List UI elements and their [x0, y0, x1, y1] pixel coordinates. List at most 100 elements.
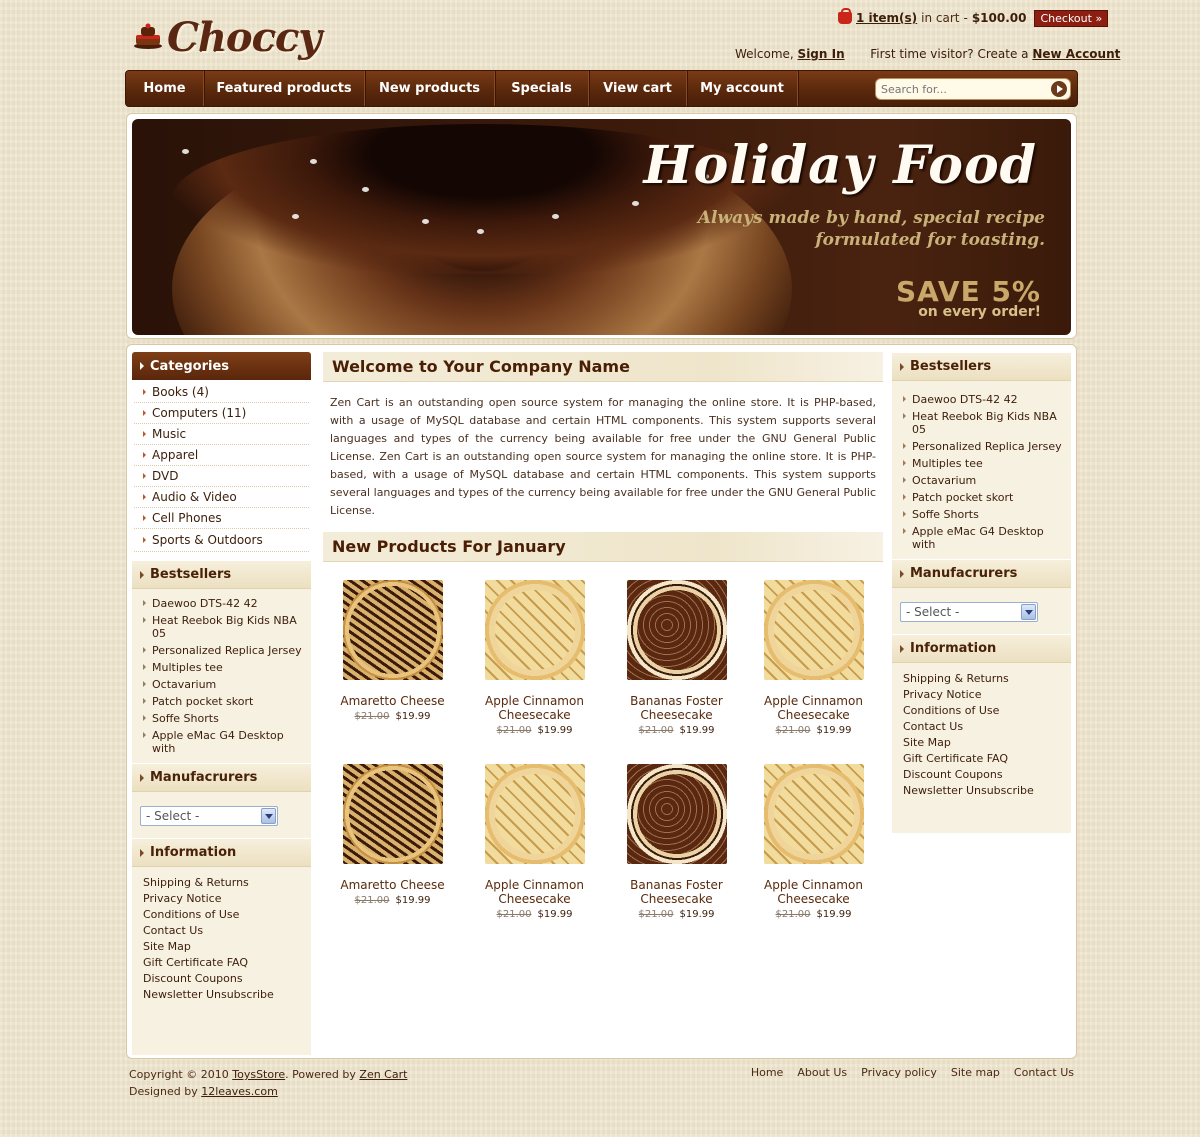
nav-my-account[interactable]: My account	[687, 71, 798, 106]
product-card[interactable]: Apple Cinnamon Cheesecake $21.00 $19.99	[467, 764, 602, 920]
apple-cinnamon-image[interactable]	[484, 764, 585, 864]
apple-cinnamon-image[interactable]	[763, 580, 864, 680]
product-name[interactable]: Apple Cinnamon Cheesecake	[746, 694, 881, 722]
product-name[interactable]: Apple Cinnamon Cheesecake	[746, 878, 881, 906]
product-name[interactable]: Bananas Foster Cheesecake	[609, 694, 744, 722]
new-products-heading: New Products For January	[323, 532, 883, 562]
category-item[interactable]: DVD	[134, 466, 309, 487]
product-card[interactable]: Bananas Foster Cheesecake $21.00 $19.99	[609, 580, 744, 736]
bestseller-item[interactable]: Apple eMac G4 Desktop with	[902, 525, 1063, 551]
bestseller-item[interactable]: Soffe Shorts	[142, 712, 303, 725]
bestseller-item[interactable]: Heat Reebok Big Kids NBA 05	[142, 614, 303, 640]
bestseller-item[interactable]: Patch pocket skort	[902, 491, 1063, 504]
category-item[interactable]: Audio & Video	[134, 487, 309, 508]
banner-tagline-line-2: formulated for toasting.	[815, 230, 1045, 250]
banner-tagline: Always made by hand, special recipe form…	[665, 207, 1045, 251]
info-link[interactable]: Privacy Notice	[903, 687, 1063, 703]
bestseller-item[interactable]: Personalized Replica Jersey	[142, 644, 303, 657]
manufacturer-select[interactable]: - Select -	[140, 806, 278, 826]
info-link[interactable]: Gift Certificate FAQ	[903, 751, 1063, 767]
category-item[interactable]: Sports & Outdoors	[134, 529, 309, 552]
info-link[interactable]: Site Map	[143, 939, 303, 955]
sign-in-link[interactable]: Sign In	[798, 47, 845, 61]
product-card[interactable]: Apple Cinnamon Cheesecake $21.00 $19.99	[746, 580, 881, 736]
category-item[interactable]: Apparel	[134, 445, 309, 466]
product-price: $21.00 $19.99	[496, 725, 573, 736]
search-input[interactable]	[876, 79, 1046, 99]
arrow-right-icon	[140, 570, 144, 579]
product-card[interactable]: Apple Cinnamon Cheesecake $21.00 $19.99	[746, 764, 881, 920]
info-link[interactable]: Privacy Notice	[143, 891, 303, 907]
bestseller-item[interactable]: Apple eMac G4 Desktop with	[142, 729, 303, 755]
bestseller-item[interactable]: Octavarium	[902, 474, 1063, 487]
product-name[interactable]: Amaretto Cheese	[325, 694, 460, 708]
zen-cart-link[interactable]: Zen Cart	[359, 1068, 407, 1081]
checkout-button[interactable]: Checkout »	[1034, 9, 1109, 27]
category-item[interactable]: Books (4)	[134, 382, 309, 403]
nav-specials[interactable]: Specials	[495, 71, 589, 106]
right-information-heading: Information	[892, 634, 1071, 663]
info-link[interactable]: Conditions of Use	[903, 703, 1063, 719]
nav-featured-products[interactable]: Featured products	[204, 71, 365, 106]
footer-link-privacy[interactable]: Privacy policy	[861, 1066, 937, 1079]
footer-link-contact[interactable]: Contact Us	[1014, 1066, 1074, 1079]
bestseller-item[interactable]: Soffe Shorts	[902, 508, 1063, 521]
info-link[interactable]: Site Map	[903, 735, 1063, 751]
bestseller-item[interactable]: Heat Reebok Big Kids NBA 05	[902, 410, 1063, 436]
category-item[interactable]: Computers (11)	[134, 403, 309, 424]
amaretto-cheese-image[interactable]	[342, 580, 443, 680]
product-name[interactable]: Apple Cinnamon Cheesecake	[467, 694, 602, 722]
footer-copyright: Copyright © 2010 ToysStore. Powered by Z…	[129, 1068, 408, 1098]
info-link[interactable]: Contact Us	[143, 923, 303, 939]
product-card[interactable]: Amaretto Cheese $21.00 $19.99	[325, 764, 460, 906]
info-link[interactable]: Shipping & Returns	[143, 875, 303, 891]
designer-link[interactable]: 12leaves.com	[201, 1085, 278, 1098]
bananas-foster-image[interactable]	[626, 580, 727, 680]
info-link[interactable]: Newsletter Unsubscribe	[143, 987, 303, 1003]
product-price: $21.00 $19.99	[775, 909, 852, 920]
bestseller-item[interactable]: Patch pocket skort	[142, 695, 303, 708]
bullet-arrow-icon	[143, 389, 146, 395]
bananas-foster-image[interactable]	[626, 764, 727, 864]
holiday-banner[interactable]: Holiday Food Always made by hand, specia…	[132, 119, 1071, 335]
product-card[interactable]: Amaretto Cheese $21.00 $19.99	[325, 580, 460, 722]
category-item[interactable]: Music	[134, 424, 309, 445]
product-name[interactable]: Apple Cinnamon Cheesecake	[467, 878, 602, 906]
arrow-right-icon	[900, 362, 904, 371]
store-link[interactable]: ToysStore	[232, 1068, 285, 1081]
bestseller-item[interactable]: Daewoo DTS-42 42	[902, 393, 1063, 406]
bestseller-item[interactable]: Octavarium	[142, 678, 303, 691]
cart-items-link[interactable]: 1 item(s)	[856, 11, 917, 25]
info-link[interactable]: Contact Us	[903, 719, 1063, 735]
search-submit-icon[interactable]	[1051, 81, 1067, 97]
product-card[interactable]: Bananas Foster Cheesecake $21.00 $19.99	[609, 764, 744, 920]
bestseller-item[interactable]: Personalized Replica Jersey	[902, 440, 1063, 453]
info-link[interactable]: Discount Coupons	[143, 971, 303, 987]
nav-new-products[interactable]: New products	[365, 71, 495, 106]
bestseller-item[interactable]: Multiples tee	[902, 457, 1063, 470]
bullet-arrow-icon	[143, 431, 146, 437]
info-link[interactable]: Shipping & Returns	[903, 671, 1063, 687]
bestseller-item[interactable]: Multiples tee	[142, 661, 303, 674]
info-link[interactable]: Discount Coupons	[903, 767, 1063, 783]
site-logo[interactable]: Choccy	[133, 14, 322, 68]
bestseller-item[interactable]: Daewoo DTS-42 42	[142, 597, 303, 610]
apple-cinnamon-image[interactable]	[763, 764, 864, 864]
category-item[interactable]: Cell Phones	[134, 508, 309, 529]
footer-link-home[interactable]: Home	[751, 1066, 783, 1079]
product-name[interactable]: Bananas Foster Cheesecake	[609, 878, 744, 906]
banner-save-offer: SAVE 5% on every order!	[896, 275, 1041, 320]
nav-view-cart[interactable]: View cart	[589, 71, 687, 106]
info-link[interactable]: Newsletter Unsubscribe	[903, 783, 1063, 799]
new-account-link[interactable]: New Account	[1032, 47, 1120, 61]
manufacturer-select[interactable]: - Select -	[900, 602, 1038, 622]
footer-link-sitemap[interactable]: Site map	[951, 1066, 1000, 1079]
product-name[interactable]: Amaretto Cheese	[325, 878, 460, 892]
info-link[interactable]: Gift Certificate FAQ	[143, 955, 303, 971]
footer-link-about[interactable]: About Us	[797, 1066, 847, 1079]
nav-home[interactable]: Home	[126, 71, 204, 106]
product-card[interactable]: Apple Cinnamon Cheesecake $21.00 $19.99	[467, 580, 602, 736]
info-link[interactable]: Conditions of Use	[143, 907, 303, 923]
apple-cinnamon-image[interactable]	[484, 580, 585, 680]
amaretto-cheese-image[interactable]	[342, 764, 443, 864]
